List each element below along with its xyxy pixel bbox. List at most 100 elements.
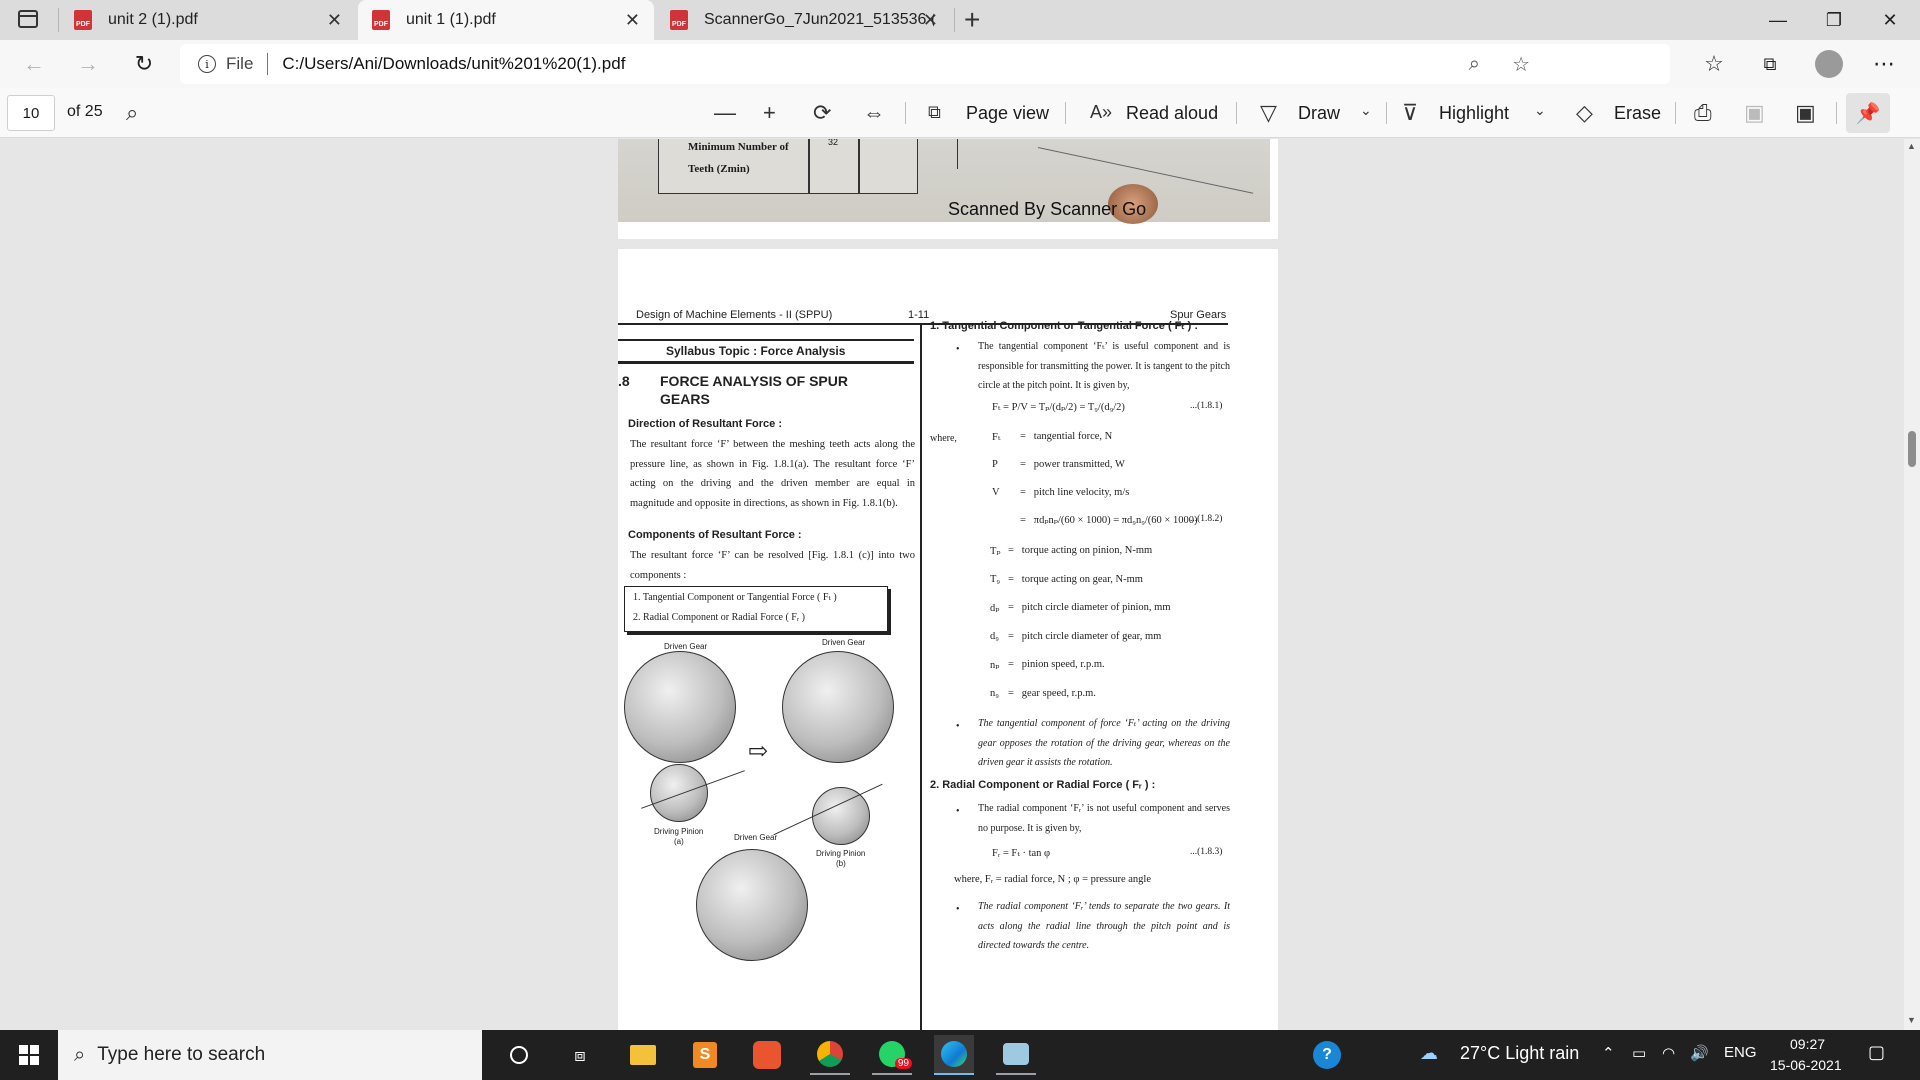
document-viewer[interactable]: Minimum Number of Teeth (Zmin) 32 Scanne… [0, 139, 1904, 1030]
draw-icon[interactable]: ▽ [1260, 100, 1277, 126]
scheme-label: File [226, 54, 254, 73]
page-view-button[interactable]: Page view [966, 103, 1049, 124]
tab-actions-icon[interactable] [18, 10, 38, 28]
favorites-icon[interactable]: ☆ [1696, 46, 1732, 82]
refresh-icon[interactable]: ↻ [126, 46, 162, 82]
close-icon[interactable]: ✕ [923, 10, 938, 31]
pdf-icon: PDF [74, 10, 92, 30]
scroll-up-icon[interactable]: ▲ [1907, 141, 1916, 151]
rotate-icon[interactable]: ⟳ [813, 100, 831, 126]
scroll-down-icon[interactable]: ▼ [1907, 1015, 1916, 1025]
scanned-by-label: Scanned By Scanner Go [948, 199, 1147, 219]
vertical-scrollbar[interactable]: ▲ ▼ [1904, 139, 1920, 1030]
where-label: where, [930, 433, 957, 444]
file-explorer-icon[interactable] [623, 1035, 663, 1075]
new-tab-icon[interactable]: + [964, 4, 980, 36]
def-symbol: Fₜ [992, 432, 1001, 443]
italic-note: The radial component ‘Fᵣ’ tends to separ… [978, 901, 1230, 951]
scroll-thumb[interactable] [1908, 431, 1916, 467]
driven-gear-c [696, 849, 808, 961]
highlight-icon[interactable]: ⊽ [1402, 100, 1418, 126]
fig-label: (b) [836, 859, 846, 868]
def-text: pinion speed, r.p.m. [1021, 659, 1105, 670]
task-view-icon[interactable]: ⧈ [560, 1035, 600, 1075]
battery-icon[interactable]: ▭ [1632, 1044, 1646, 1062]
close-icon[interactable]: ✕ [625, 10, 640, 31]
volume-icon[interactable]: 🔊 [1690, 1044, 1709, 1062]
pin-toolbar-button[interactable]: 📌 [1846, 93, 1890, 133]
tab-scannergo[interactable]: PDF ScannerGo_7Jun2021_513536 (1) ✕ [656, 0, 952, 40]
section-title: GEARS [660, 391, 710, 407]
taskbar-search[interactable]: ⌕ Type here to search [58, 1030, 482, 1080]
chevron-down-icon[interactable]: ⌄ [1534, 102, 1546, 119]
info-icon[interactable]: i [198, 55, 216, 73]
wifi-icon[interactable]: ◠ [1662, 1044, 1675, 1062]
fit-page-icon[interactable]: ⇔ [863, 100, 885, 126]
tab-unit1[interactable]: PDF unit 1 (1).pdf ✕ [358, 0, 654, 40]
section-number: .8 [618, 373, 630, 389]
chevron-down-icon[interactable]: ⌄ [1360, 102, 1372, 119]
help-icon[interactable]: ? [1307, 1035, 1347, 1075]
weather-text[interactable]: 27°C Light rain [1460, 1043, 1579, 1064]
collections-icon[interactable]: ⧉ [1752, 46, 1788, 82]
zoom-in-icon[interactable]: + [763, 100, 776, 126]
close-icon[interactable]: ✕ [327, 10, 342, 31]
def-text: power transmitted, W [1033, 459, 1125, 470]
page-number-input[interactable]: 10 [7, 95, 55, 131]
read-aloud-icon[interactable]: A» [1090, 102, 1112, 123]
restore-button[interactable]: ❐ [1806, 0, 1862, 40]
clock-time[interactable]: 09:27 [1790, 1036, 1825, 1052]
profile-avatar[interactable] [1815, 50, 1843, 78]
sublime-icon[interactable]: S [685, 1035, 725, 1075]
fig-label: Driven Gear [664, 642, 708, 651]
app-icon-misc[interactable] [996, 1035, 1036, 1075]
zoom-out-icon[interactable]: — [714, 100, 736, 126]
back-icon[interactable]: ← [16, 46, 52, 82]
url-text[interactable]: C:/Users/Ani/Downloads/unit%201%20(1).pd… [282, 54, 625, 74]
more-menu-icon[interactable]: ⋯ [1866, 46, 1902, 82]
def-symbol: d₉ [990, 631, 999, 642]
whatsapp-icon[interactable]: 99 [872, 1035, 912, 1075]
clock-date[interactable]: 15-06-2021 [1770, 1057, 1842, 1073]
equation-number: ...(1.8.1) [1190, 401, 1223, 411]
chevron-up-icon[interactable]: ⌃ [1602, 1044, 1615, 1062]
url-field[interactable]: i File C:/Users/Ani/Downloads/unit%201%2… [180, 44, 1670, 84]
erase-button[interactable]: Erase [1614, 103, 1661, 124]
def-text: pitch circle diameter of pinion, mm [1021, 602, 1171, 613]
tab-unit2[interactable]: PDF unit 2 (1).pdf ✕ [60, 0, 356, 40]
box-item: 2. Radial Component or Radial Force ( Fᵣ… [633, 612, 805, 623]
components-heading: Components of Resultant Force : [628, 529, 802, 541]
eraser-icon[interactable]: ◇ [1576, 100, 1593, 126]
cortana-icon[interactable] [499, 1035, 539, 1075]
edge-icon[interactable] [934, 1035, 974, 1075]
tab-strip: PDF unit 2 (1).pdf ✕ PDF unit 1 (1).pdf … [0, 0, 1920, 40]
notifications-icon[interactable]: ▢ [1868, 1042, 1885, 1063]
draw-button[interactable]: Draw [1298, 103, 1340, 124]
minimize-button[interactable]: — [1750, 0, 1806, 40]
add-favorite-icon[interactable]: ☆ [1512, 52, 1530, 77]
highlight-button[interactable]: Highlight [1439, 103, 1509, 124]
fig-label: Driving Pinion [816, 849, 866, 858]
tab-title: unit 2 (1).pdf [108, 11, 198, 28]
app-icon-orange[interactable] [747, 1035, 787, 1075]
language-indicator[interactable]: ENG [1724, 1044, 1757, 1061]
save-icon[interactable]: ▣ [1744, 100, 1765, 126]
zoom-icon[interactable]: ⌕ [1469, 53, 1480, 76]
chrome-icon[interactable] [810, 1035, 850, 1075]
pdf-icon: PDF [372, 10, 390, 30]
page-total: of 25 [67, 103, 103, 120]
weather-icon[interactable]: ☁ [1420, 1043, 1438, 1064]
scanned-photo: Minimum Number of Teeth (Zmin) 32 [618, 139, 1270, 224]
window-close-button[interactable]: ✕ [1862, 0, 1918, 40]
windows-start-icon[interactable] [19, 1045, 39, 1065]
previous-page: Minimum Number of Teeth (Zmin) 32 Scanne… [618, 139, 1278, 239]
print-icon[interactable]: ⎙ [1694, 100, 1712, 126]
forward-icon[interactable]: → [70, 46, 106, 82]
equation: πdₚnₚ/(60 × 1000) = πd₉n₉/(60 × 1000) [1033, 515, 1198, 526]
page-view-icon[interactable]: ⧉ [928, 102, 941, 123]
save-as-icon[interactable]: ▣ [1795, 100, 1816, 126]
pdf-page: Design of Machine Elements - II (SPPU) 1… [618, 249, 1278, 1030]
read-aloud-button[interactable]: Read aloud [1126, 103, 1218, 124]
search-icon[interactable]: ⌕ [126, 100, 138, 126]
fig-label: Driving Pinion [654, 827, 704, 836]
